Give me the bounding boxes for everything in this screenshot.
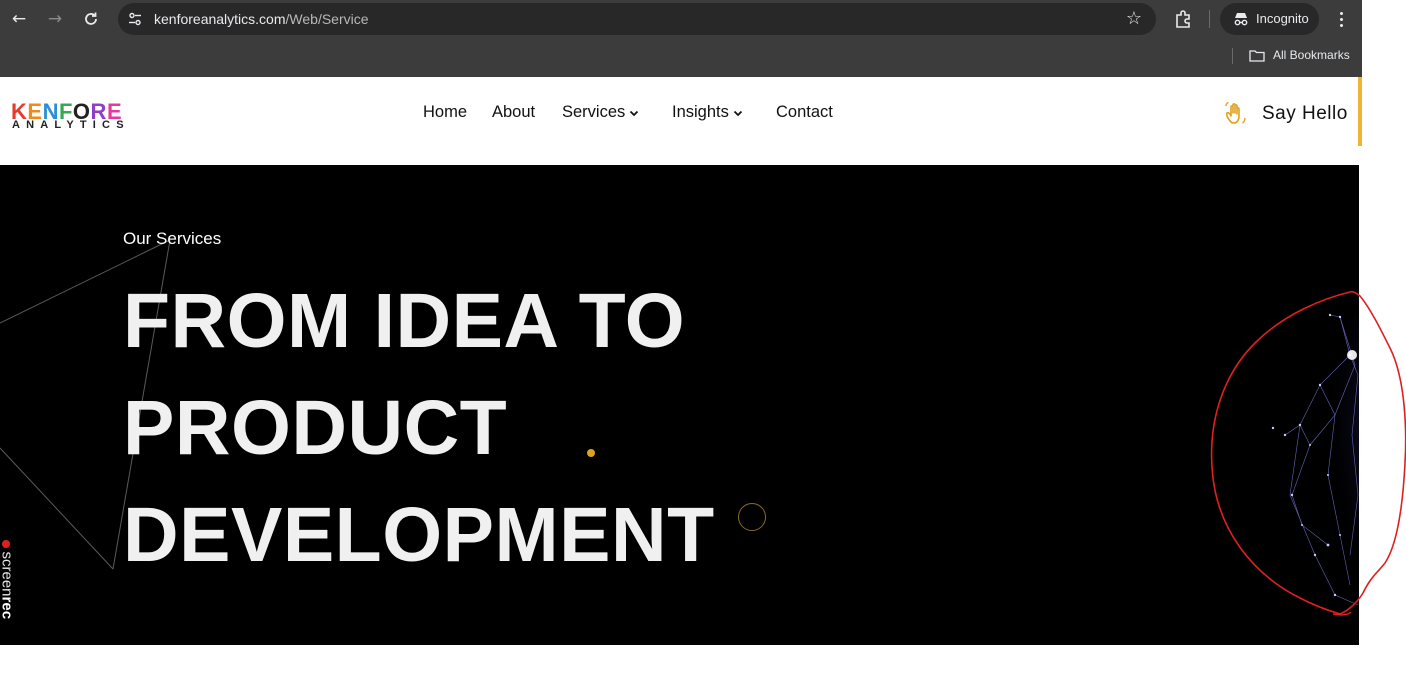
bookmarks-bar [0,38,1362,77]
chevron-down-icon [733,110,743,116]
browser-toolbar: ← → kenforeanalytics.com/Web/Service ☆ I… [0,0,1362,38]
nav-home[interactable]: Home [423,103,467,122]
bookmark-star-icon[interactable]: ☆ [1126,8,1142,29]
all-bookmarks-button[interactable]: All Bookmarks [1249,48,1350,62]
say-hello-label: Say Hello [1262,103,1348,124]
nav-services-label: Services [562,103,626,121]
nav-insights-label: Insights [672,103,729,121]
url-text[interactable]: kenforeanalytics.com/Web/Service [154,11,369,27]
hero-title-line-3: DEVELOPMENT [123,492,715,578]
nav-home-label: Home [423,103,468,121]
incognito-icon [1234,13,1248,26]
incognito-label: Incognito [1256,11,1309,26]
hero-eyebrow: Our Services [123,229,222,248]
hero-title-line-2: PRODUCT [123,385,508,471]
nav-contact-label: Contact [776,103,833,121]
bookmarks-divider [1232,48,1233,64]
header-accent-bar [1358,77,1362,146]
site-header: KENFORE ANALYTICS Home About Services In… [0,77,1362,165]
extensions-icon[interactable] [1172,8,1194,30]
accent-dot [587,449,595,457]
screenrec-label: screenrec [0,552,16,632]
say-hello-button[interactable]: Say Hello [1222,100,1348,128]
hero-title-line-1: FROM IDEA TO [123,278,686,364]
waving-hand-icon [1225,101,1246,124]
all-bookmarks-label: All Bookmarks [1273,48,1350,62]
toolbar-divider [1209,10,1210,28]
incognito-chip[interactable]: Incognito [1220,3,1319,35]
nav-about-label: About [492,103,536,121]
nav-about[interactable]: About [492,103,535,122]
screenrec-light: screen [0,551,16,597]
hero-title: FROM IDEA TO PRODUCT DEVELOPMENT [123,268,715,589]
address-bar[interactable]: kenforeanalytics.com/Web/Service ☆ [118,3,1156,35]
forward-arrow-icon[interactable]: → [44,8,66,30]
nav-insights[interactable]: Insights [672,103,743,122]
red-annotation-circle [1210,290,1406,616]
site-info-icon[interactable] [127,11,143,27]
nav-contact[interactable]: Contact [776,103,833,122]
more-menu-icon[interactable] [1333,8,1349,30]
folder-icon [1249,49,1265,62]
logo-subtitle: ANALYTICS [12,119,130,131]
company-logo[interactable]: KENFORE ANALYTICS [11,99,124,133]
cursor-ring [738,503,766,531]
screenrec-watermark: screenrec [0,537,16,637]
url-path: /Web/Service [285,11,369,27]
hero-section: Our Services FROM IDEA TO PRODUCT DEVELO… [0,165,1359,645]
back-arrow-icon[interactable]: ← [8,8,30,30]
record-dot-icon [2,540,10,548]
reload-icon[interactable] [80,8,102,30]
chevron-down-icon [630,110,639,116]
url-domain: kenforeanalytics.com [154,11,286,27]
screenrec-bold: rec [0,596,16,620]
nav-services[interactable]: Services [562,103,639,122]
